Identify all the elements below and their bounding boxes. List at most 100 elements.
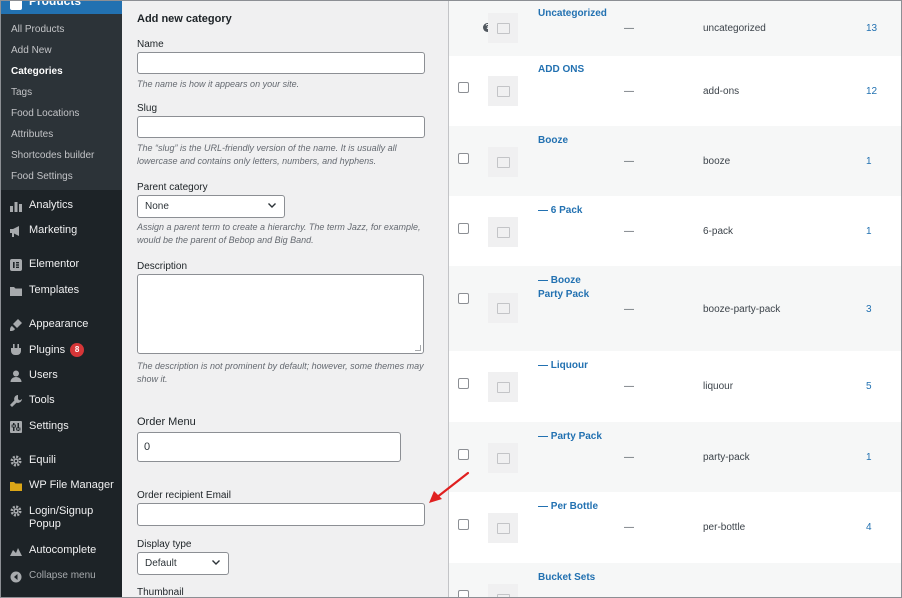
category-slug: booze [703,156,731,167]
bar-chart-icon [9,199,23,213]
folder-icon [9,284,23,298]
collapse-menu-button[interactable]: Collapse menu [0,566,122,588]
sidebar-item-autocomplete[interactable]: Autocomplete [0,540,122,562]
category-slug: uncategorized [703,23,766,34]
sidebar-item-marketing[interactable]: Marketing [0,220,122,242]
category-count-link[interactable]: 1 [866,452,872,463]
sidebar-item-label: Settings [29,420,69,432]
category-count-link[interactable]: 1 [866,226,872,237]
thumbnail-placeholder-icon [488,293,518,323]
sidebar-item-appearance[interactable]: Appearance [0,314,122,336]
category-name-link[interactable]: Booze [538,134,633,148]
category-name-link[interactable]: — Booze Party Pack [538,274,608,302]
display-type-select[interactable]: Default [137,552,229,575]
gear-icon [9,504,23,518]
category-count-link[interactable]: 5 [866,381,872,392]
settings-icon [9,420,23,434]
resize-handle[interactable] [415,345,421,351]
submenu-item-food-locations[interactable]: Food Locations [11,108,79,119]
order-menu-input[interactable] [137,432,401,462]
category-name-link[interactable]: — Liquour [538,359,633,373]
sidebar-item-elementor[interactable]: Elementor [0,254,122,276]
parent-category-select[interactable]: None [137,195,285,218]
sidebar-item-label: Appearance [29,318,89,330]
order-menu-label: Order Menu [137,416,196,428]
submenu-item-all-products[interactable]: All Products [11,24,64,35]
row-checkbox[interactable] [458,449,469,460]
file-manager-icon [9,479,23,493]
table-row: — 6 Pack — 6-pack 1 [449,196,901,266]
category-name-link[interactable]: — Per Bottle [538,500,633,514]
sidebar-item-tools[interactable]: Tools [0,390,122,412]
sidebar-item-wp-file-manager[interactable]: WP File Manager [0,475,122,497]
table-row: ? Uncategorized — uncategorized 13 [449,0,901,56]
categories-table: ? Uncategorized — uncategorized 13 ADD O… [448,0,902,598]
category-description: — [624,23,634,34]
sidebar-item-users[interactable]: Users [0,365,122,387]
submenu-item-tags[interactable]: Tags [11,87,32,98]
name-input[interactable] [137,52,425,74]
sidebar-item-label: Tools [29,394,55,406]
category-slug: liquour [703,381,734,392]
sidebar-item-label: Autocomplete [29,544,97,556]
category-description: — [624,156,634,167]
display-type-value: Default [145,558,177,569]
gear-icon [9,454,23,468]
table-row: ADD ONS — add-ons 12 [449,56,901,126]
submenu-item-attributes[interactable]: Attributes [11,129,53,140]
thumbnail-placeholder-icon [488,13,518,43]
row-checkbox[interactable] [458,519,469,530]
table-row: — Per Bottle — per-bottle 4 [449,492,901,563]
order-recipient-email-input[interactable] [137,503,425,526]
row-checkbox[interactable] [458,590,469,598]
sidebar-item-label: Analytics [29,199,74,211]
parent-category-value: None [145,201,169,212]
submenu-item-shortcodes-builder[interactable]: Shortcodes builder [11,150,94,161]
collapse-icon [9,570,23,584]
description-textarea[interactable] [137,274,424,354]
collapse-menu-label: Collapse menu [29,570,96,581]
parent-category-label: Parent category [137,182,208,193]
sidebar-item-login-signup-popup[interactable]: Login/Signup Popup [0,500,122,532]
row-checkbox[interactable] [458,153,469,164]
sidebar-item-label: Equili [29,454,56,466]
category-description: — [624,304,634,315]
form-heading: Add new category [137,13,232,25]
category-slug: add-ons [703,86,740,97]
category-name-link[interactable]: Bucket Sets [538,571,633,585]
sidebar-item-equili[interactable]: Equili [0,450,122,472]
table-row: — Party Pack — party-pack 1 [449,422,901,492]
sidebar-item-settings[interactable]: Settings [0,416,122,438]
category-count-link[interactable]: 1 [866,156,872,167]
sidebar-item-products[interactable]: Products [0,0,122,14]
submenu-item-categories[interactable]: Categories [11,66,63,77]
category-count-link[interactable]: 13 [866,23,877,34]
sidebar-item-analytics[interactable]: Analytics [0,195,122,217]
name-help-text: The name is how it appears on your site. [137,79,300,89]
category-name-link[interactable]: — Party Pack [538,430,633,444]
submenu-item-food-settings[interactable]: Food Settings [11,171,73,182]
category-name-link[interactable]: Uncategorized [538,7,633,21]
sidebar-item-templates[interactable]: Templates [0,280,122,302]
description-label: Description [137,261,188,272]
sidebar-item-plugins[interactable]: Plugins 8 [0,339,122,361]
slug-label: Slug [137,103,158,114]
category-count-link[interactable]: 12 [866,86,877,97]
category-description: — [624,86,634,97]
category-count-link[interactable]: 3 [866,304,872,315]
category-description: — [624,226,634,237]
admin-sidebar: Products All Products Add New Categories… [0,0,122,598]
elementor-icon [9,258,23,272]
table-row: Booze — booze 1 [449,126,901,196]
row-checkbox[interactable] [458,82,469,93]
slug-input[interactable] [137,116,425,138]
category-name-link[interactable]: ADD ONS [538,63,633,77]
submenu-item-add-new[interactable]: Add New [11,45,52,56]
row-checkbox[interactable] [458,223,469,234]
thumbnail-placeholder-icon [488,76,518,106]
category-count-link[interactable]: 4 [866,522,872,533]
category-description: — [624,452,634,463]
category-name-link[interactable]: — 6 Pack [538,204,633,218]
row-checkbox[interactable] [458,378,469,389]
row-checkbox[interactable] [458,293,469,304]
